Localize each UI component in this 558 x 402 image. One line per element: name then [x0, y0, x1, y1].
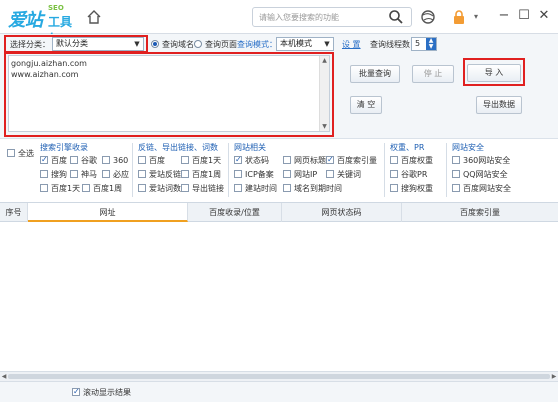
close-button[interactable]: ✕	[536, 7, 552, 25]
title-bar: 爱站 SEO 工具包 ▾ − ☐ ✕	[0, 0, 558, 46]
divider	[132, 143, 133, 197]
home-icon[interactable]	[86, 9, 102, 25]
table-header: 序号 网址 百度收录/位置 网页状态码 百度索引量	[0, 202, 558, 222]
export-button[interactable]: 导出数据	[476, 96, 522, 114]
chk-bl-baidu[interactable]: 百度	[138, 156, 165, 165]
chevron-down-icon[interactable]: ▾	[474, 12, 482, 21]
chk-page-title[interactable]: 网页标题	[283, 156, 326, 165]
group-title-index: 搜索引擎收录	[40, 143, 88, 152]
logo-sub: SEO	[48, 4, 64, 12]
chk-baidu-1week[interactable]: 百度1周	[82, 184, 122, 193]
maximize-button[interactable]: ☐	[516, 7, 532, 25]
chk-baidu-weight[interactable]: 百度权重	[390, 156, 433, 165]
scroll-display-checkbox[interactable]: 滚动显示结果	[72, 387, 131, 397]
chk-domain-expiry[interactable]: 域名到期时间	[283, 184, 342, 193]
radio-page[interactable]	[194, 40, 202, 48]
chk-aizhan-words[interactable]: 爱站词数	[138, 184, 181, 193]
minimize-button[interactable]: −	[496, 7, 512, 25]
settings-link[interactable]: 设 置	[342, 39, 361, 50]
chk-build-time[interactable]: 建站时间	[234, 184, 277, 193]
chk-keywords[interactable]: 关键词	[326, 170, 361, 179]
chk-shenma[interactable]: 神马	[70, 170, 97, 179]
search-input[interactable]	[259, 8, 385, 26]
radio-domain[interactable]	[151, 40, 159, 48]
mode-value: 本机模式	[280, 39, 312, 48]
lock-icon[interactable]	[451, 9, 467, 25]
select-all-checkbox[interactable]: 全选	[7, 149, 34, 158]
chk-baidu[interactable]: 百度	[40, 155, 67, 165]
chk-qq-security[interactable]: QQ网站安全	[452, 170, 508, 179]
radio-page-label[interactable]: 查询页面	[205, 39, 237, 50]
stop-button[interactable]: 停 止	[412, 65, 454, 83]
chk-outbound-links[interactable]: 导出链接	[181, 184, 224, 193]
checkbox[interactable]	[72, 387, 80, 396]
col-url[interactable]: 网址	[28, 203, 188, 222]
checkbox[interactable]	[7, 149, 15, 157]
highlight-category	[4, 35, 148, 53]
chk-sogou-weight[interactable]: 搜狗权重	[390, 184, 433, 193]
chk-baidu-security[interactable]: 百度网站安全	[452, 184, 511, 193]
chk-status-code[interactable]: 状态码	[234, 155, 269, 165]
app-logo: 爱站 SEO 工具包	[8, 4, 78, 46]
clear-button[interactable]: 清 空	[350, 96, 382, 114]
status-bar: 滚动显示结果	[0, 381, 558, 402]
chk-360-security[interactable]: 360网站安全	[452, 156, 510, 165]
spinner-arrows-icon[interactable]: ▲ ▼	[426, 38, 436, 50]
threads-value: 5	[415, 39, 421, 48]
group-title-site: 网站相关	[234, 143, 266, 152]
divider	[446, 143, 447, 197]
chk-google-pr[interactable]: 谷歌PR	[390, 170, 427, 179]
table-body	[0, 222, 558, 372]
col-status-code[interactable]: 网页状态码	[282, 203, 402, 222]
col-index[interactable]: 序号	[0, 203, 28, 222]
search-icon[interactable]	[388, 9, 404, 25]
scroll-thumb[interactable]	[8, 374, 550, 379]
horizontal-scrollbar[interactable]: ◀ ▶	[0, 371, 558, 381]
group-title-security: 网站安全	[452, 143, 484, 152]
mode-select[interactable]: 本机模式 ▼	[276, 37, 334, 51]
radio-domain-label[interactable]: 查询域名	[162, 39, 194, 50]
scroll-right-icon[interactable]: ▶	[550, 372, 558, 381]
divider	[384, 143, 385, 197]
group-title-weight: 权重、PR	[390, 143, 425, 152]
chk-bl-baidu-1day[interactable]: 百度1天	[181, 156, 221, 165]
chk-google[interactable]: 谷歌	[70, 156, 97, 165]
threads-spinner[interactable]: 5 ▲ ▼	[411, 37, 437, 51]
chk-icp[interactable]: ICP备案	[234, 170, 274, 179]
divider	[228, 143, 229, 197]
highlight-import	[463, 58, 525, 86]
scroll-left-icon[interactable]: ◀	[0, 372, 8, 381]
browser-icon[interactable]	[420, 9, 436, 25]
batch-query-button[interactable]: 批量查询	[350, 65, 400, 83]
col-baidu-index-count[interactable]: 百度索引量	[402, 203, 558, 222]
chk-sogou[interactable]: 搜狗	[40, 170, 67, 179]
chevron-down-icon: ▼	[324, 40, 330, 48]
chk-bing[interactable]: 必应	[102, 170, 129, 179]
chk-baidu-index[interactable]: 百度索引量	[326, 155, 377, 165]
options-panel: 全选 搜索引擎收录 百度 谷歌 360 搜狗 神马 必应 百度1天 百度1周 反…	[0, 138, 558, 200]
chk-baidu-1day[interactable]: 百度1天	[40, 184, 80, 193]
chk-aizhan-backlinks[interactable]: 爱站反链	[138, 170, 181, 179]
col-baidu-index-pos[interactable]: 百度收录/位置	[188, 203, 282, 222]
chk-bl-baidu-1week[interactable]: 百度1周	[181, 170, 221, 179]
logo-text: 爱站	[8, 10, 43, 31]
group-title-backlinks: 反链、导出链接、词数	[138, 143, 218, 152]
highlight-url-area	[4, 52, 334, 137]
chk-360[interactable]: 360	[102, 156, 128, 165]
chk-site-ip[interactable]: 网站IP	[283, 170, 317, 179]
mode-label: 查询模式：	[237, 40, 277, 49]
